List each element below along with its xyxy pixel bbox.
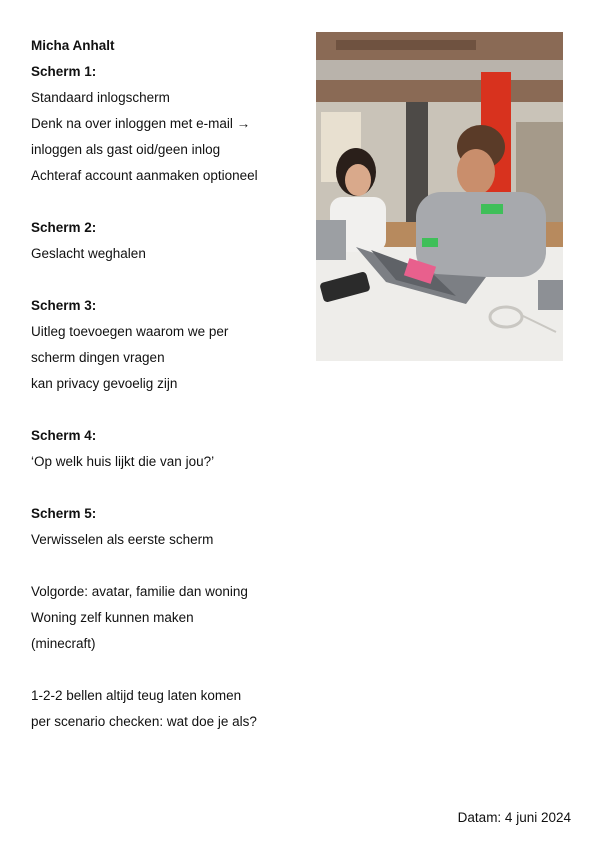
note-line: (minecraft)	[31, 636, 96, 651]
screen-heading: Scherm 3:	[31, 298, 97, 313]
screen-heading: Scherm 1:	[31, 64, 97, 79]
note-line: Uitleg toevoegen waarom we per	[31, 324, 229, 339]
note-line: Achteraf account aanmaken optioneel	[31, 168, 258, 183]
meeting-photo	[316, 32, 563, 361]
note-line: per scenario checken: wat doe je als?	[31, 714, 257, 729]
note-line: 1-2-2 bellen altijd teug laten komen	[31, 688, 242, 703]
note-line: Woning zelf kunnen maken	[31, 610, 194, 625]
screen-heading: Scherm 2:	[31, 220, 97, 235]
note-line: kan privacy gevoelig zijn	[31, 376, 178, 391]
date-label: Datam: 4 juni 2024	[457, 810, 571, 825]
note-line: Volgorde: avatar, familie dan woning	[31, 584, 248, 599]
note-line: Geslacht weghalen	[31, 246, 146, 261]
note-line: scherm dingen vragen	[31, 350, 165, 365]
notes-column: Micha Anhalt Scherm 1: Standaard inlogsch…	[31, 33, 301, 735]
notes-list: Scherm 1: Standaard inlogscherm Denk na ov…	[31, 59, 301, 735]
author-name: Micha Anhalt	[31, 38, 115, 53]
screen-heading: Scherm 5:	[31, 506, 97, 521]
note-line: Verwisselen als eerste scherm	[31, 532, 214, 547]
screen-heading: Scherm 4:	[31, 428, 97, 443]
note-line: Standaard inlogscherm	[31, 90, 170, 105]
note-line: Denk na over inloggen met e-mail →	[31, 116, 251, 131]
note-line: inloggen als gast oid/geen inlog	[31, 142, 221, 157]
note-line: ‘Op welk huis lijkt die van jou?’	[31, 454, 215, 469]
